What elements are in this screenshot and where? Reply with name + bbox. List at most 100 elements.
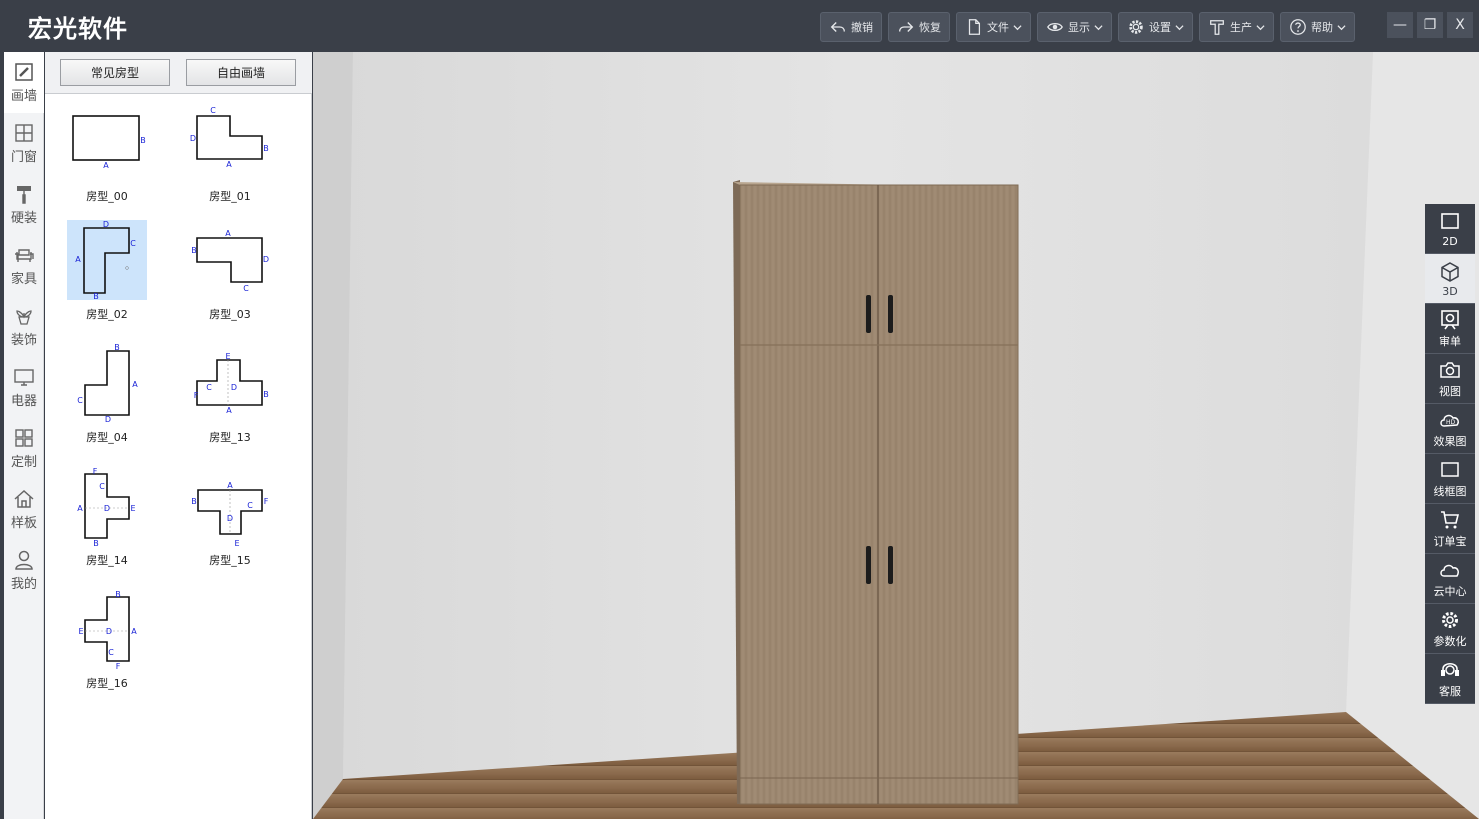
svg-text:C: C — [99, 482, 105, 491]
room-shape-14[interactable]: F C A D E B 房型_14 — [67, 466, 147, 581]
tool-label: 线框图 — [1433, 485, 1467, 498]
parametric-button[interactable]: 参数化 — [1425, 604, 1475, 654]
customer-service-button[interactable]: 客服 — [1425, 654, 1475, 704]
rail-item-label: 硬装 — [10, 211, 37, 226]
rail-item-label: 门窗 — [10, 150, 37, 165]
tool-label: 审单 — [1439, 335, 1461, 348]
order-button[interactable]: 订单宝 — [1425, 504, 1475, 554]
maximize-button[interactable]: ❐ — [1417, 12, 1443, 38]
svg-text:C: C — [108, 648, 114, 657]
headset-icon — [1441, 662, 1459, 676]
room-shape-label: 房型_04 — [86, 431, 128, 444]
close-button[interactable]: X — [1447, 12, 1473, 38]
wireframe-button[interactable]: 线框图 — [1425, 454, 1475, 504]
window-icon — [15, 124, 33, 142]
main-toolbar: 撤销 恢复 文件 显示 设置 生产 帮助 — [820, 12, 1355, 42]
rail-item-label: 电器 — [10, 394, 37, 409]
help-menu-button[interactable]: 帮助 — [1280, 12, 1355, 42]
rail-item-furniture[interactable]: 家具 — [4, 235, 44, 296]
rail-item-draw-wall[interactable]: 画墙 — [4, 52, 44, 113]
room-shape-label: 房型_02 — [86, 308, 128, 321]
display-menu-button[interactable]: 显示 — [1037, 12, 1112, 42]
rail-item-label: 样板 — [10, 516, 37, 531]
rail-item-custom[interactable]: 定制 — [4, 418, 44, 479]
svg-text:E: E — [130, 504, 135, 513]
room-shape-04[interactable]: B A C D 房型_04 — [67, 343, 147, 458]
undo-button[interactable]: 撤销 — [820, 12, 882, 42]
minimize-button[interactable]: — — [1387, 12, 1413, 38]
rail-item-label: 家具 — [10, 272, 37, 287]
svg-text:D: D — [103, 220, 109, 229]
produce-label: 生产 — [1230, 21, 1252, 34]
camera-icon — [1440, 362, 1460, 378]
rail-item-hard-decor[interactable]: 硬装 — [4, 174, 44, 235]
tool-label: 2D — [1442, 234, 1458, 248]
svg-text:F: F — [264, 497, 269, 506]
help-label: 帮助 — [1311, 21, 1333, 34]
room-shape-thumbnail: A B F C D E — [191, 481, 269, 546]
room-shape-13[interactable]: E C D F B A 房型_13 — [190, 343, 270, 458]
chevron-down-icon — [1013, 24, 1022, 30]
room-shape-thumbnail: E C D F B A — [194, 352, 269, 415]
svg-text:C: C — [130, 239, 136, 248]
svg-text:B: B — [191, 246, 197, 255]
room-shape-03[interactable]: A B D C 房型_03 — [190, 220, 270, 335]
room-shape-thumbnail: A B — [72, 115, 146, 170]
cube-3d-icon — [1441, 261, 1459, 282]
undo-label: 撤销 — [851, 21, 873, 34]
room-shape-label: 房型_13 — [209, 431, 251, 444]
svg-text:D: D — [106, 627, 112, 636]
rail-item-appliance[interactable]: 电器 — [4, 357, 44, 418]
cart-icon — [1441, 511, 1460, 529]
rail-item-decoration[interactable]: 装饰 — [4, 296, 44, 357]
3d-scene — [313, 52, 1479, 819]
view-3d-button[interactable]: 3D — [1425, 254, 1475, 304]
rail-item-door-window[interactable]: 门窗 — [4, 113, 44, 174]
wardrobe-model[interactable] — [733, 180, 1019, 805]
render-button[interactable]: HD 效果图 — [1425, 404, 1475, 454]
camera-view-button[interactable]: 视图 — [1425, 354, 1475, 404]
user-icon — [15, 550, 33, 570]
help-icon — [1290, 19, 1306, 35]
settings-menu-button[interactable]: 设置 — [1118, 12, 1193, 42]
svg-text:F: F — [194, 391, 199, 400]
file-menu-button[interactable]: 文件 — [956, 12, 1031, 42]
category-rail: 画墙 门窗 硬装 家具 装饰 电器 定制 样板 我的 — [4, 52, 44, 819]
room-shape-thumbnail: F C A D E B — [77, 467, 135, 546]
right-toolbar: 2D 3D 审单 视图 HD 效果图 线框图 订单宝 云中心 参数化 客服 — [1425, 204, 1475, 704]
room-shape-01[interactable]: C D B A 房型_01 — [190, 102, 270, 217]
cloud-center-button[interactable]: 云中心 — [1425, 554, 1475, 604]
room-shape-16[interactable]: B E D A C F 房型_16 — [67, 589, 147, 704]
view-2d-button[interactable]: 2D — [1425, 204, 1475, 254]
rail-item-mine[interactable]: 我的 — [4, 540, 44, 601]
room-shape-label: 房型_16 — [86, 677, 128, 690]
svg-text:C: C — [247, 501, 253, 510]
svg-text:D: D — [104, 504, 110, 513]
review-button[interactable]: 审单 — [1425, 304, 1475, 354]
svg-text:B: B — [114, 343, 120, 352]
pencil-icon — [15, 63, 33, 81]
tool-label: 效果图 — [1433, 435, 1467, 448]
chevron-down-icon — [1175, 24, 1184, 30]
tool-label: 视图 — [1439, 385, 1461, 398]
svg-text:D: D — [105, 415, 111, 423]
redo-button[interactable]: 恢复 — [888, 12, 950, 42]
room-shape-15[interactable]: A B F C D E 房型_15 — [190, 466, 270, 581]
svg-text:E: E — [234, 539, 239, 546]
title-bar: 宏光软件 撤销 恢复 文件 显示 设置 生产 帮助 — ❐ X — [0, 0, 1479, 52]
sofa-icon — [15, 249, 34, 262]
svg-text:A: A — [225, 229, 231, 238]
room-shape-label: 房型_01 — [209, 190, 251, 203]
svg-text:B: B — [93, 292, 99, 300]
room-shape-00[interactable]: A B 房型_00 — [67, 102, 147, 217]
room-shape-02[interactable]: D C A B 房型_02 — [67, 220, 147, 335]
svg-text:A: A — [77, 504, 83, 513]
redo-icon — [899, 22, 914, 32]
tab-free-draw-wall[interactable]: 自由画墙 — [186, 59, 296, 86]
svg-text:A: A — [131, 627, 137, 636]
window-controls: — ❐ X — [1387, 12, 1473, 40]
tab-common-rooms[interactable]: 常见房型 — [60, 59, 170, 86]
3d-viewport[interactable] — [313, 52, 1479, 819]
produce-menu-button[interactable]: 生产 — [1199, 12, 1274, 42]
rail-item-template[interactable]: 样板 — [4, 479, 44, 540]
